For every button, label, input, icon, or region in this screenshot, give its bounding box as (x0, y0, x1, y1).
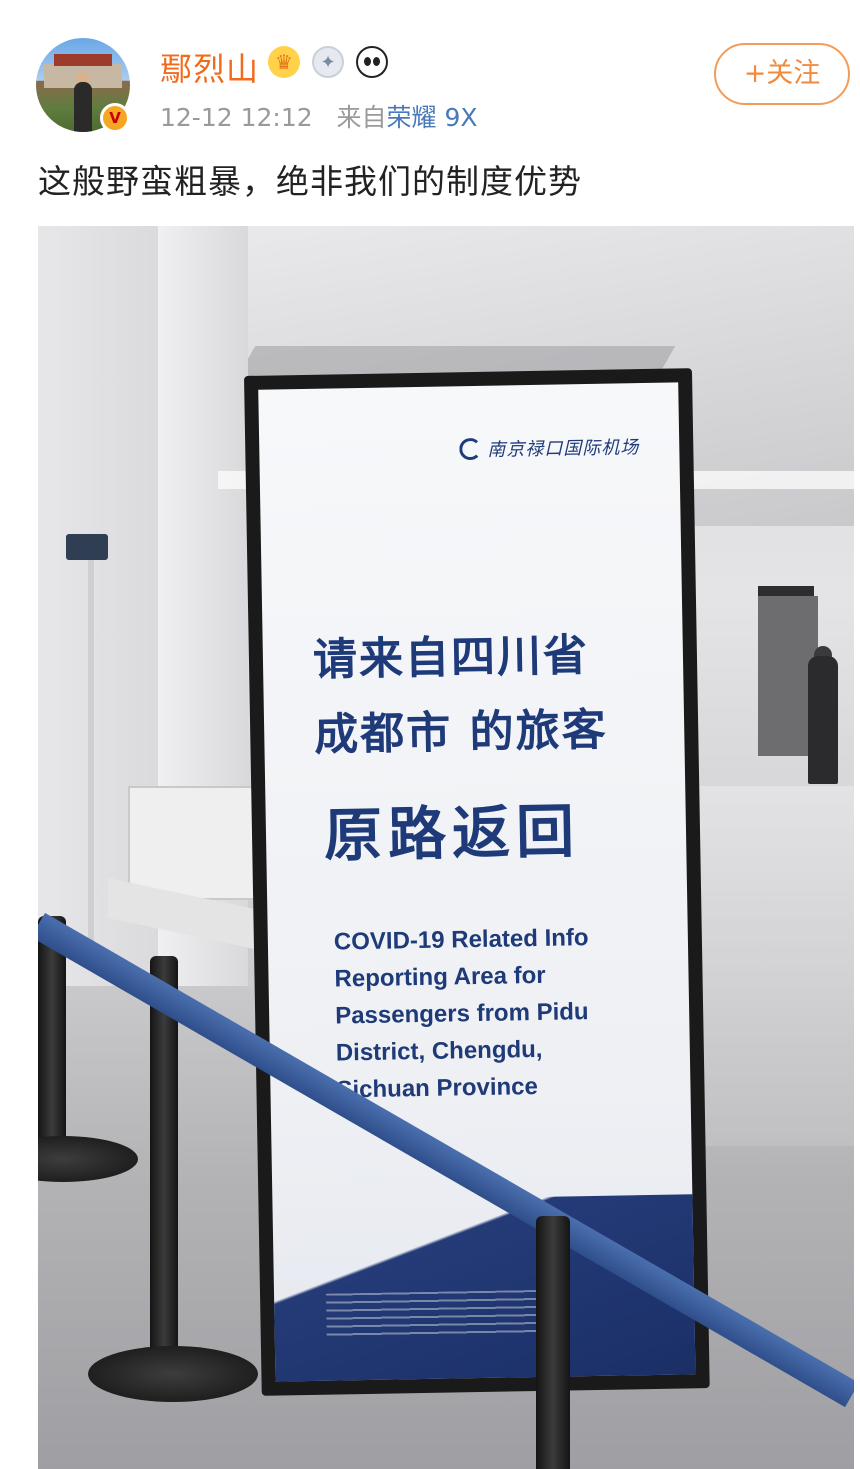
covid-sign: 南京禄口国际机场 请来自四川省 成都市 的旅客 原路返回 COVID-19 Re… (244, 368, 710, 1396)
sign-english-line: Passengers from Pidu (334, 998, 589, 1030)
sign-english-line: District, Chengdu, (335, 1035, 543, 1067)
stanchion-base (88, 1346, 258, 1402)
username[interactable]: 鄢烈山 (160, 44, 259, 90)
photo-camera-pole (88, 536, 94, 956)
sign-logo-text: 南京禄口国际机场 (487, 437, 640, 461)
source-device-link[interactable]: 荣耀 9X (387, 103, 478, 132)
sign-english-line: Reporting Area for (334, 961, 546, 993)
source-prefix: 来自 (336, 103, 387, 132)
sign-wave-decoration (272, 1194, 696, 1382)
avatar-person (74, 82, 92, 132)
sign-fine-print (326, 1289, 547, 1338)
sign-line-1: 请来自四川省 (312, 630, 590, 686)
follow-button[interactable]: +关注 (714, 43, 850, 105)
sign-logo: 南京禄口国际机场 (459, 433, 639, 462)
v-badge-icon: V (100, 103, 130, 133)
sign-english-text: COVID-19 Related Info Reporting Area for… (334, 919, 592, 1108)
medal-icon[interactable]: ✦ (312, 46, 344, 78)
photo-camera (66, 534, 108, 560)
sign-panel: 南京禄口国际机场 请来自四川省 成都市 的旅客 原路返回 COVID-19 Re… (258, 382, 696, 1382)
sign-line-2: 成都市 的旅客 (313, 704, 609, 761)
weibo-post: V 鄢烈山 ♛ ✦ 12-12 12:12 来自荣耀 9X +关注 这般野蛮粗暴… (0, 0, 860, 1469)
post-timestamp: 12-12 12:12 (160, 103, 313, 132)
crown-icon[interactable]: ♛ (268, 46, 300, 78)
sign-english-line: COVID-19 Related Info (333, 924, 589, 956)
airport-logo-icon (459, 437, 482, 461)
user-badges: ♛ ✦ (268, 46, 388, 78)
stanchion-post-front (536, 1216, 570, 1469)
photo-printer (128, 786, 262, 900)
photo-traveler (808, 656, 838, 784)
panda-icon[interactable] (356, 46, 388, 78)
post-meta: 12-12 12:12 来自荣耀 9X (160, 98, 477, 134)
post-photo[interactable]: 南京禄口国际机场 请来自四川省 成都市 的旅客 原路返回 COVID-19 Re… (38, 226, 854, 1469)
sign-line-3: 原路返回 (323, 797, 581, 870)
post-text: 这般野蛮粗暴，绝非我们的制度优势 (38, 162, 582, 201)
